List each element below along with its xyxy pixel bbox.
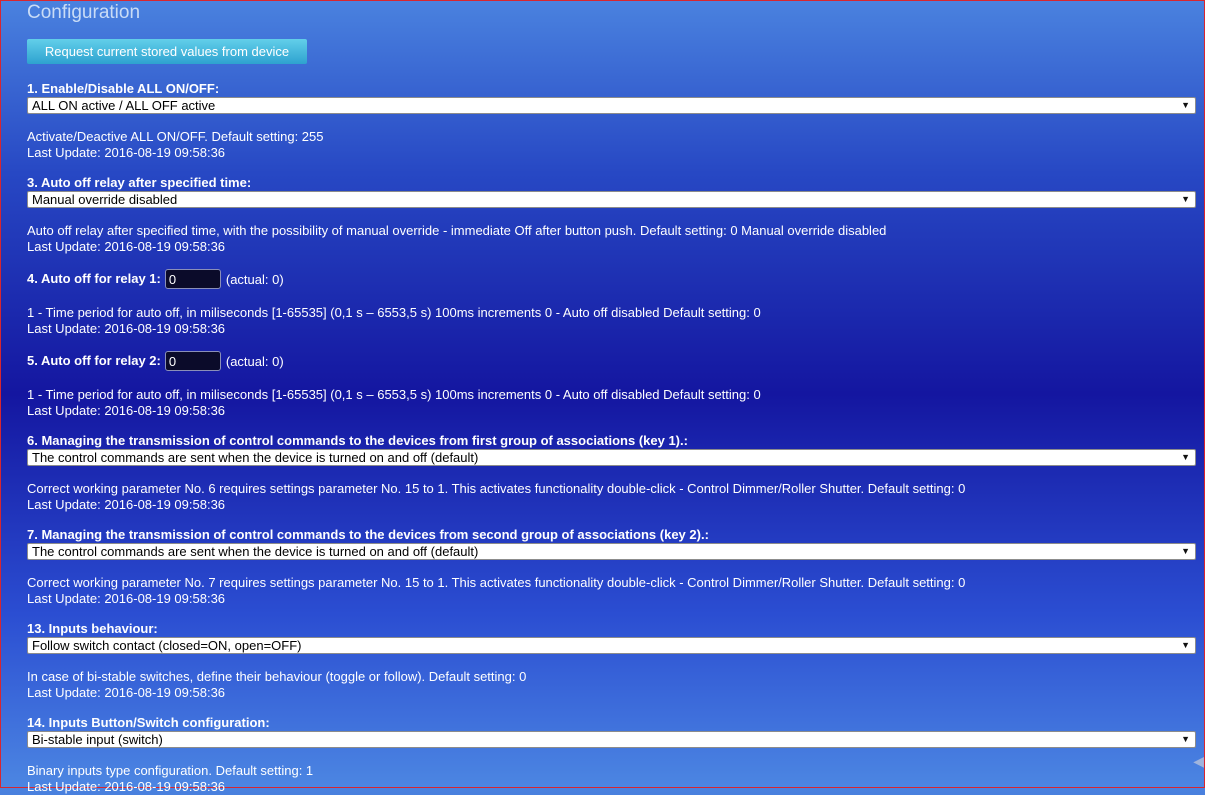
page-title: Configuration: [27, 2, 141, 23]
param-4: 4. Auto off for relay 1: (actual: 0) 1 -…: [27, 269, 1196, 337]
last-update: Last Update: 2016-08-19 09:58:36: [27, 497, 226, 512]
relay-2-auto-off-input[interactable]: [164, 351, 221, 371]
param-label: 1. Enable/Disable ALL ON/OFF:: [27, 81, 220, 96]
param-description: Correct working parameter No. 7 requires…: [27, 575, 1196, 607]
actual-value: (actual: 0): [225, 271, 284, 287]
chevron-down-icon: ▼: [1181, 640, 1190, 650]
description-text: Correct working parameter No. 6 requires…: [27, 481, 966, 496]
param-4-row: 4. Auto off for relay 1: (actual: 0): [27, 269, 1196, 289]
description-text: Auto off relay after specified time, wit…: [27, 223, 887, 238]
select-value: Follow switch contact (closed=ON, open=O…: [32, 638, 302, 653]
param-label: 6. Managing the transmission of control …: [27, 433, 688, 448]
param-3: 3. Auto off relay after specified time: …: [27, 175, 1196, 255]
select-value: ALL ON active / ALL OFF active: [32, 98, 216, 113]
chevron-down-icon: ▼: [1181, 452, 1190, 462]
param-description: In case of bi-stable switches, define th…: [27, 669, 1196, 701]
chevron-down-icon: ▼: [1181, 100, 1190, 110]
param-1-select[interactable]: ALL ON active / ALL OFF active ▼: [27, 97, 1196, 114]
actual-value: (actual: 0): [225, 353, 284, 369]
request-values-button[interactable]: Request current stored values from devic…: [27, 39, 307, 64]
description-text: 1 - Time period for auto off, in milisec…: [27, 387, 761, 402]
param-1: 1. Enable/Disable ALL ON/OFF: ALL ON act…: [27, 81, 1196, 161]
param-5-row: 5. Auto off for relay 2: (actual: 0): [27, 351, 1196, 371]
param-14-select[interactable]: Bi-stable input (switch) ▼: [27, 731, 1196, 748]
description-text: Binary inputs type configuration. Defaul…: [27, 763, 314, 778]
param-label: 14. Inputs Button/Switch configuration:: [27, 715, 270, 730]
description-text: In case of bi-stable switches, define th…: [27, 669, 527, 684]
last-update: Last Update: 2016-08-19 09:58:36: [27, 685, 226, 700]
chevron-down-icon: ▼: [1181, 546, 1190, 556]
param-description: 1 - Time period for auto off, in milisec…: [27, 387, 1196, 419]
chevron-down-icon: ▼: [1181, 734, 1190, 744]
description-text: Correct working parameter No. 7 requires…: [27, 575, 966, 590]
param-label: 3. Auto off relay after specified time:: [27, 175, 252, 190]
param-description: 1 - Time period for auto off, in milisec…: [27, 305, 1196, 337]
last-update: Last Update: 2016-08-19 09:58:36: [27, 145, 226, 160]
param-label: 13. Inputs behaviour:: [27, 621, 158, 636]
param-7: 7. Managing the transmission of control …: [27, 527, 1196, 607]
param-13-select[interactable]: Follow switch contact (closed=ON, open=O…: [27, 637, 1196, 654]
param-description: Binary inputs type configuration. Defaul…: [27, 763, 1196, 795]
param-6: 6. Managing the transmission of control …: [27, 433, 1196, 513]
relay-1-auto-off-input[interactable]: [164, 269, 221, 289]
select-value: The control commands are sent when the d…: [32, 544, 479, 559]
param-13: 13. Inputs behaviour: Follow switch cont…: [27, 621, 1196, 701]
param-14: 14. Inputs Button/Switch configuration: …: [27, 715, 1196, 795]
select-value: The control commands are sent when the d…: [32, 450, 479, 465]
param-3-select[interactable]: Manual override disabled ▼: [27, 191, 1196, 208]
param-description: Correct working parameter No. 6 requires…: [27, 481, 1196, 513]
last-update: Last Update: 2016-08-19 09:58:36: [27, 239, 226, 254]
last-update: Last Update: 2016-08-19 09:58:36: [27, 321, 226, 336]
param-label: 7. Managing the transmission of control …: [27, 527, 709, 542]
select-value: Manual override disabled: [32, 192, 178, 207]
param-label: 4. Auto off for relay 1:: [27, 271, 161, 286]
last-update: Last Update: 2016-08-19 09:58:36: [27, 591, 226, 606]
description-text: 1 - Time period for auto off, in milisec…: [27, 305, 761, 320]
param-6-select[interactable]: The control commands are sent when the d…: [27, 449, 1196, 466]
param-label: 5. Auto off for relay 2:: [27, 353, 161, 368]
last-update: Last Update: 2016-08-19 09:58:36: [27, 403, 226, 418]
chevron-down-icon: ▼: [1181, 194, 1190, 204]
param-7-select[interactable]: The control commands are sent when the d…: [27, 543, 1196, 560]
param-5: 5. Auto off for relay 2: (actual: 0) 1 -…: [27, 351, 1196, 419]
last-update: Last Update: 2016-08-19 09:58:36: [27, 779, 226, 794]
param-description: Auto off relay after specified time, wit…: [27, 223, 1196, 255]
param-description: Activate/Deactive ALL ON/OFF. Default se…: [27, 129, 1196, 161]
select-value: Bi-stable input (switch): [32, 732, 163, 747]
description-text: Activate/Deactive ALL ON/OFF. Default se…: [27, 129, 324, 144]
scroll-handle-icon[interactable]: ◀: [1193, 753, 1204, 770]
